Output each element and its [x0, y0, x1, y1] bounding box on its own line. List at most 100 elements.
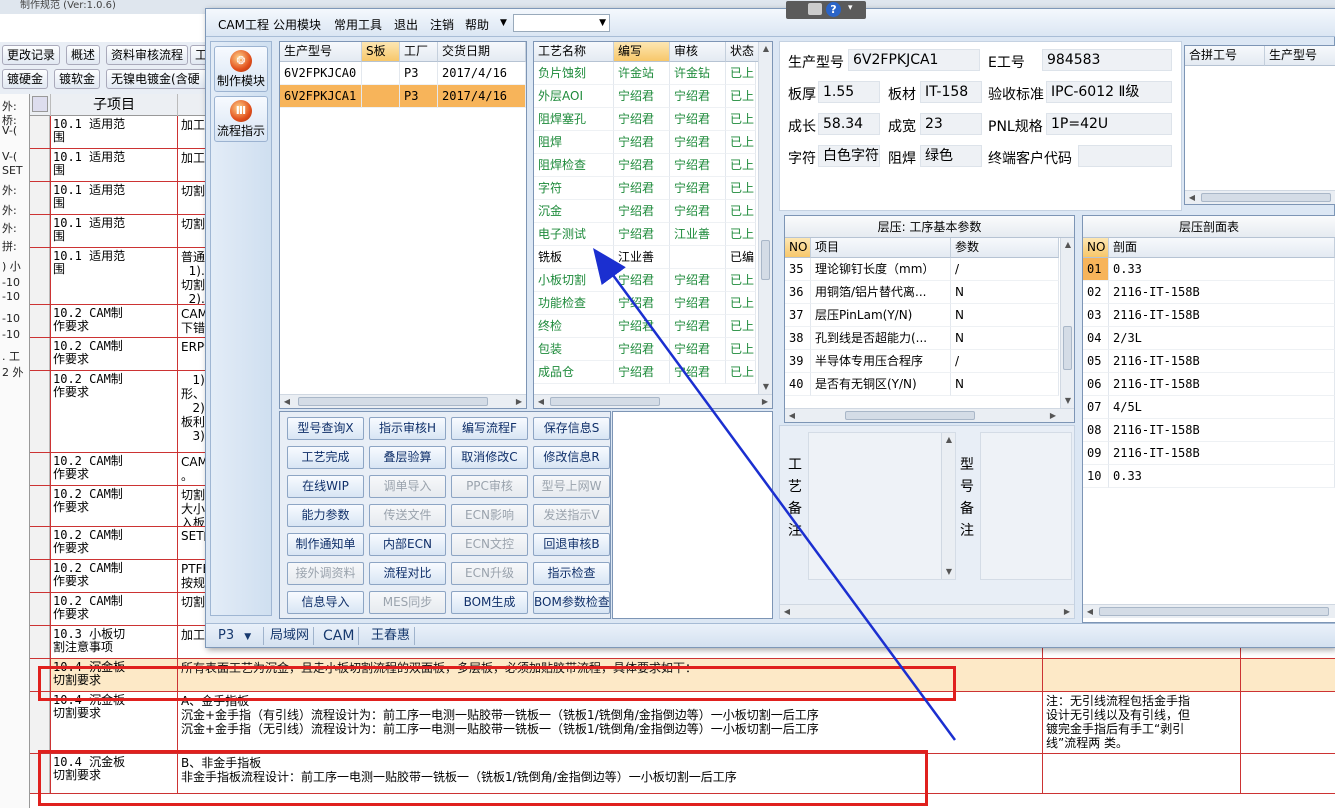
profile-cell[interactable]: 2116-IT-158B: [1109, 373, 1335, 396]
process-cell[interactable]: 已上: [726, 338, 756, 361]
process-cell[interactable]: 宁绍君: [614, 154, 670, 177]
process-hscrollbar[interactable]: ◀ ▶: [534, 394, 772, 408]
profile-cell[interactable]: 2116-IT-158B: [1109, 350, 1335, 373]
lam-no-cell[interactable]: 35: [785, 258, 811, 281]
col-factory[interactable]: 工厂: [400, 42, 438, 62]
scroll-down-icon[interactable]: ▼: [1061, 394, 1075, 408]
col-no[interactable]: NO: [1083, 238, 1109, 258]
lam-no-cell[interactable]: 36: [785, 281, 811, 304]
row-header-cell[interactable]: [30, 692, 50, 753]
process-cell[interactable]: 宁绍君: [614, 108, 670, 131]
profile-hscrollbar[interactable]: ◀: [1083, 604, 1335, 618]
model-cell[interactable]: 6V2FPKJCA1: [280, 85, 362, 108]
subitem-cell[interactable]: 10.2 CAM制 作要求: [50, 560, 178, 592]
lam-param-cell[interactable]: /: [951, 350, 1059, 373]
lam-no-cell[interactable]: 38: [785, 327, 811, 350]
profile-no-cell[interactable]: 10: [1083, 465, 1109, 488]
row-header-cell[interactable]: [30, 305, 50, 337]
profile-no-cell[interactable]: 01: [1083, 258, 1109, 281]
scroll-left-icon[interactable]: ◀: [1083, 605, 1097, 619]
menu-help[interactable]: 帮助: [465, 16, 489, 33]
bg-tab-nickel-free-gold[interactable]: 无镍电镀金(含硬: [106, 69, 208, 89]
action-button[interactable]: 能力参数: [287, 504, 364, 527]
pnl-field[interactable]: 1P=42U: [1046, 113, 1172, 135]
scroll-left-icon[interactable]: ◀: [780, 605, 794, 619]
action-button[interactable]: 保存信息S: [533, 417, 610, 440]
note-cell[interactable]: 注：无引线流程包括金手指 设计无引线以及有引线，但 镀完金手指后有手工“剥引 线…: [1043, 692, 1241, 753]
process-note-textarea[interactable]: ▲ ▼: [808, 432, 956, 580]
row-header-cell[interactable]: [30, 116, 50, 148]
subitem-cell[interactable]: 10.2 CAM制 作要求: [50, 527, 178, 559]
model-cell[interactable]: [362, 62, 400, 85]
process-cell[interactable]: 已上: [726, 177, 756, 200]
process-cell[interactable]: 已上: [726, 200, 756, 223]
model-cell[interactable]: 2017/4/16: [438, 62, 526, 85]
profile-cell[interactable]: 2116-IT-158B: [1109, 304, 1335, 327]
process-cell[interactable]: 宁绍君: [670, 85, 726, 108]
model-cell[interactable]: [362, 85, 400, 108]
subitem-cell[interactable]: 10.2 CAM制 作要求: [50, 338, 178, 370]
process-cell[interactable]: 成品仓: [534, 361, 614, 384]
process-cell[interactable]: 已上: [726, 62, 756, 85]
lam-item-cell[interactable]: 孔到线是否超能力(...: [811, 327, 951, 350]
profile-cell[interactable]: 2116-IT-158B: [1109, 442, 1335, 465]
col-model[interactable]: 生产型号: [280, 42, 362, 62]
bg-tab-review-flow[interactable]: 资料审核流程: [106, 45, 189, 65]
profile-no-cell[interactable]: 04: [1083, 327, 1109, 350]
subitem-cell[interactable]: 10.2 CAM制 作要求: [50, 453, 178, 485]
process-cell[interactable]: 包装: [534, 338, 614, 361]
lamination-hscrollbar[interactable]: ◀ ▶: [785, 408, 1074, 422]
lamination-vscrollbar[interactable]: ▲ ▼: [1060, 238, 1074, 408]
process-cell[interactable]: 宁绍君: [614, 200, 670, 223]
grid-header-subitem[interactable]: 子项目: [50, 94, 178, 116]
profile-no-cell[interactable]: 05: [1083, 350, 1109, 373]
col-process-name[interactable]: 工艺名称: [534, 42, 614, 62]
menu-combo-box[interactable]: ▼: [513, 14, 610, 32]
model-cell[interactable]: 2017/4/16: [438, 85, 526, 108]
subitem-cell[interactable]: 10.3 小板切 割注意事项: [50, 626, 178, 658]
col-no[interactable]: NO: [785, 238, 811, 258]
process-cell[interactable]: 宁绍君: [670, 108, 726, 131]
model-cell[interactable]: 6V2FPKJCA0: [280, 62, 362, 85]
process-cell[interactable]: 宁绍君: [670, 200, 726, 223]
process-cell[interactable]: 已上: [726, 292, 756, 315]
model-cell[interactable]: P3: [400, 85, 438, 108]
process-cell[interactable]: 许金站: [614, 62, 670, 85]
process-cell[interactable]: 铣板: [534, 246, 614, 269]
profile-cell[interactable]: 0.33: [1109, 465, 1335, 488]
menu-cam-engineering[interactable]: CAM工程: [218, 16, 269, 33]
bg-tab-overview[interactable]: 概述: [66, 45, 101, 65]
action-button[interactable]: 编写流程F: [451, 417, 528, 440]
lam-item-cell[interactable]: 层压PinLam(Y/N): [811, 304, 951, 327]
process-cell[interactable]: 江业善: [614, 246, 670, 269]
action-button[interactable]: 制作通知单: [287, 533, 364, 556]
col-profile[interactable]: 剖面: [1109, 238, 1335, 258]
process-cell[interactable]: 宁绍君: [670, 315, 726, 338]
chevron-down-icon[interactable]: ▾: [848, 3, 853, 13]
row-header-cell[interactable]: [30, 560, 50, 592]
col-s-board[interactable]: S板: [362, 42, 400, 62]
profile-cell[interactable]: 0.33: [1109, 258, 1335, 281]
row-header-cell[interactable]: [30, 149, 50, 181]
process-cell[interactable]: 已上: [726, 131, 756, 154]
mask-field[interactable]: 绿色: [920, 145, 982, 167]
action-button[interactable]: BOM生成: [451, 591, 528, 614]
material-field[interactable]: IT-158: [920, 81, 982, 103]
menu-logout[interactable]: 注销: [430, 16, 454, 33]
process-cell[interactable]: 已上: [726, 85, 756, 108]
row-header-cell[interactable]: [30, 527, 50, 559]
process-cell[interactable]: 功能检查: [534, 292, 614, 315]
subitem-cell[interactable]: 10.4 沉金板 切割要求: [50, 692, 178, 753]
model-hscrollbar[interactable]: ◀ ▶: [280, 394, 526, 408]
row-header-cell[interactable]: [30, 593, 50, 625]
scroll-thumb[interactable]: [1099, 607, 1329, 616]
process-cell[interactable]: 已上: [726, 315, 756, 338]
process-cell[interactable]: 宁绍君: [614, 223, 670, 246]
model-note-textarea[interactable]: [980, 432, 1072, 580]
profile-no-cell[interactable]: 02: [1083, 281, 1109, 304]
process-cell[interactable]: 宁绍君: [614, 361, 670, 384]
process-cell[interactable]: 已上: [726, 108, 756, 131]
profile-no-cell[interactable]: 09: [1083, 442, 1109, 465]
process-cell[interactable]: 宁绍君: [670, 269, 726, 292]
notes-hscrollbar[interactable]: ◀ ▶: [780, 604, 1074, 618]
